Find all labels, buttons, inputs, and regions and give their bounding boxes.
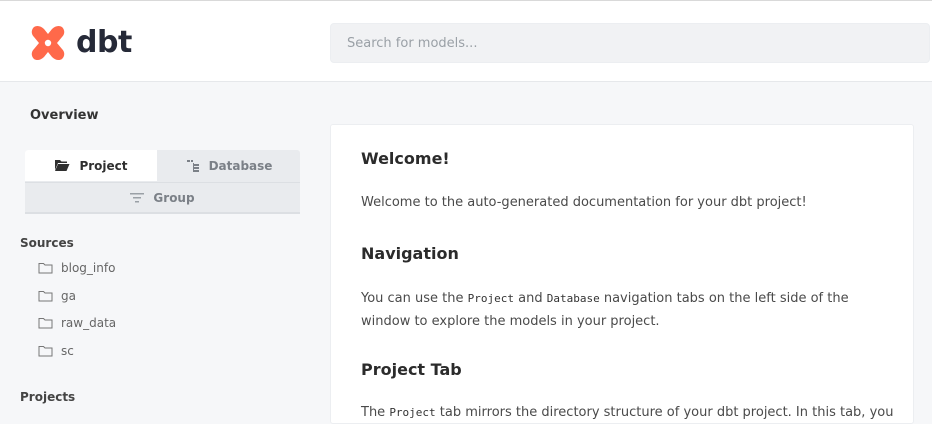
code-project: Project (389, 406, 436, 419)
tab-group-label: Group (153, 190, 195, 205)
tab-database[interactable]: Database (158, 150, 300, 181)
sources-title: Sources (20, 236, 74, 250)
sidebar: Overview Project Database Group Sources … (0, 83, 310, 418)
source-item-ga[interactable]: ga (38, 286, 76, 306)
source-item-blog-info[interactable]: blog_info (38, 258, 115, 278)
dbt-logo-icon (31, 25, 65, 61)
folder-icon (38, 291, 53, 302)
source-label: ga (61, 289, 76, 303)
tree-icon (186, 159, 199, 172)
overview-content: Welcome! Welcome to the auto-generated d… (330, 124, 914, 424)
navigation-text: You can use the Project and Database nav… (361, 291, 849, 329)
dbt-logo[interactable]: dbt (28, 23, 132, 63)
projects-title: Projects (20, 390, 76, 404)
source-label: raw_data (61, 316, 117, 330)
tab-group[interactable]: Group (25, 182, 300, 214)
folder-icon (38, 346, 53, 357)
navigation-heading: Navigation (361, 244, 459, 263)
brand-name: dbt (76, 25, 132, 60)
code-project: Project (467, 292, 514, 305)
project-tab-heading: Project Tab (361, 360, 462, 379)
folder-icon (38, 263, 53, 274)
source-item-raw-data[interactable]: raw_data (38, 313, 116, 333)
folder-icon (38, 318, 53, 329)
welcome-heading: Welcome! (361, 149, 450, 168)
code-database: Database (546, 292, 600, 305)
tab-database-label: Database (208, 158, 273, 173)
project-tab-text: The Project tab mirrors the directory st… (361, 405, 894, 420)
source-label: blog_info (61, 261, 116, 275)
folder-open-icon (55, 160, 70, 171)
overview-link[interactable]: Overview (30, 108, 99, 123)
tab-project-label: Project (79, 158, 128, 173)
filter-icon (130, 192, 145, 202)
search-input[interactable] (330, 23, 930, 63)
source-item-sc[interactable]: sc (38, 341, 74, 361)
top-bar: dbt (0, 0, 932, 82)
welcome-text: Welcome to the auto-generated documentat… (361, 195, 807, 210)
tab-project[interactable]: Project (25, 150, 157, 181)
source-label: sc (61, 344, 74, 358)
nav-tabs: Project Database Group (25, 150, 300, 214)
